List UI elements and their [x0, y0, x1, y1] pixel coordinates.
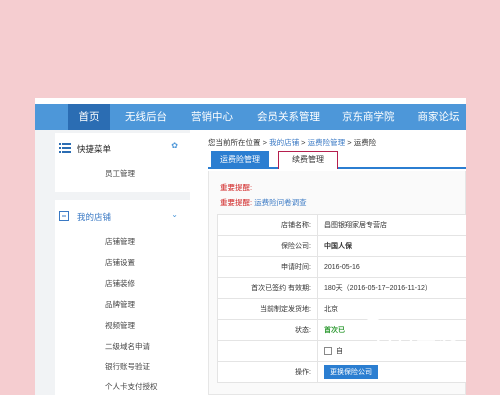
breadcrumb-sep: >	[262, 138, 267, 147]
list-icon	[59, 143, 71, 153]
sidebar-item-brand-management[interactable]: 品牌管理	[105, 299, 135, 310]
my-shop-title[interactable]: 我的店铺	[77, 211, 111, 223]
field-label: 状态:	[217, 319, 318, 341]
quick-menu-title[interactable]: 快捷菜单	[77, 143, 111, 155]
nav-jd-business-school[interactable]: 京东商学院	[342, 104, 395, 130]
breadcrumb-freight-insurance-management[interactable]: 运费险管理	[308, 138, 346, 147]
top-navigation: 首页 无线后台 营销中心 会员关系管理 京东商学院 商家论坛	[35, 104, 466, 130]
field-label: 申请时间:	[217, 256, 318, 278]
important-notice-survey: 重要提醒: 运费险问卷调查	[220, 197, 307, 208]
sidebar-item-shop-decoration[interactable]: 店铺装修	[105, 278, 135, 289]
field-label: 首次已签约 有效期:	[217, 277, 318, 299]
apply-date-value: 2016-05-16	[317, 256, 466, 278]
table-row: 店铺名称: 昌图银翔家居专营店	[217, 214, 466, 236]
my-shop-panel: 我的店铺 ⌄ 店铺管理 店铺设置 店铺装修 品牌管理 视频管理 二级域名申请 银…	[55, 200, 190, 395]
watermark: 百科全说 助你轻松解决	[362, 316, 466, 370]
table-row: 首次已签约 有效期: 180天（2016-05-17~2016-11-12）	[217, 277, 466, 299]
auto-renew-checkbox[interactable]	[324, 347, 332, 356]
notice-label: 重要提醒:	[220, 198, 253, 207]
shop-name-value: 昌图银翔家居专营店	[317, 214, 466, 236]
nav-marketing-center[interactable]: 营销中心	[191, 104, 233, 130]
breadcrumb-sep: >	[347, 138, 352, 147]
field-label: 当前制定发货地:	[217, 298, 318, 320]
breadcrumb-current: 运费险	[353, 138, 377, 147]
sidebar-item-subdomain-application[interactable]: 二级域名申请	[105, 341, 150, 352]
sidebar-item-staff-management[interactable]: 员工管理	[105, 168, 135, 179]
table-row: 保险公司: 中国人保	[217, 235, 466, 257]
nav-merchant-forum[interactable]: 商家论坛	[418, 104, 460, 130]
sidebar-item-video-management[interactable]: 视频管理	[105, 320, 135, 331]
insurer-value: 中国人保	[317, 235, 466, 257]
sidebar-item-personal-card-authorization[interactable]: 个人卡支付授权	[105, 381, 158, 392]
sidebar: 快捷菜单 ✿ 员工管理 我的店铺 ⌄ 店铺管理 店铺设置 店铺装修 品牌管理 视…	[35, 130, 190, 395]
watermark-title: 百科全说	[374, 322, 458, 344]
sidebar-item-shop-management[interactable]: 店铺管理	[105, 236, 135, 247]
sidebar-item-bank-account-verification[interactable]: 银行账号验证	[105, 361, 150, 372]
nav-wireless-backend[interactable]: 无线后台	[125, 104, 167, 130]
tab-renewal-management[interactable]: 续费管理	[278, 151, 338, 169]
field-label: 保险公司:	[217, 235, 318, 257]
shop-icon	[59, 211, 69, 221]
auto-renew-label: 自	[336, 348, 343, 355]
important-notice: 重要提醒:	[220, 183, 253, 192]
survey-link[interactable]: 运费险问卷调查	[254, 198, 307, 207]
field-label: 店铺名称:	[217, 214, 318, 236]
breadcrumb-my-shop[interactable]: 我的店铺	[269, 138, 299, 147]
chevron-down-icon[interactable]: ⌄	[171, 210, 178, 219]
sidebar-item-shop-settings[interactable]: 店铺设置	[105, 257, 135, 268]
tab-freight-insurance-management[interactable]: 运费险管理	[211, 151, 269, 169]
field-label	[217, 340, 318, 362]
gear-icon[interactable]: ✿	[171, 141, 178, 150]
validity-value: 180天（2016-05-17~2016-11-12）	[317, 277, 466, 299]
nav-member-relations[interactable]: 会员关系管理	[257, 104, 320, 130]
watermark-subtitle: 助你轻松解决	[372, 347, 451, 361]
table-row: 申请时间: 2016-05-16	[217, 256, 466, 278]
breadcrumb: 您当前所在位置 > 我的店铺 > 运费险管理 > 运费险	[208, 137, 376, 148]
field-label: 操作:	[217, 361, 318, 383]
breadcrumb-sep: >	[301, 138, 306, 147]
quick-menu-panel: 快捷菜单 ✿ 员工管理	[55, 133, 190, 192]
tab-bar: 运费险管理 续费管理	[208, 151, 466, 169]
breadcrumb-prefix: 您当前所在位置	[208, 138, 261, 147]
nav-home[interactable]: 首页	[68, 104, 110, 130]
